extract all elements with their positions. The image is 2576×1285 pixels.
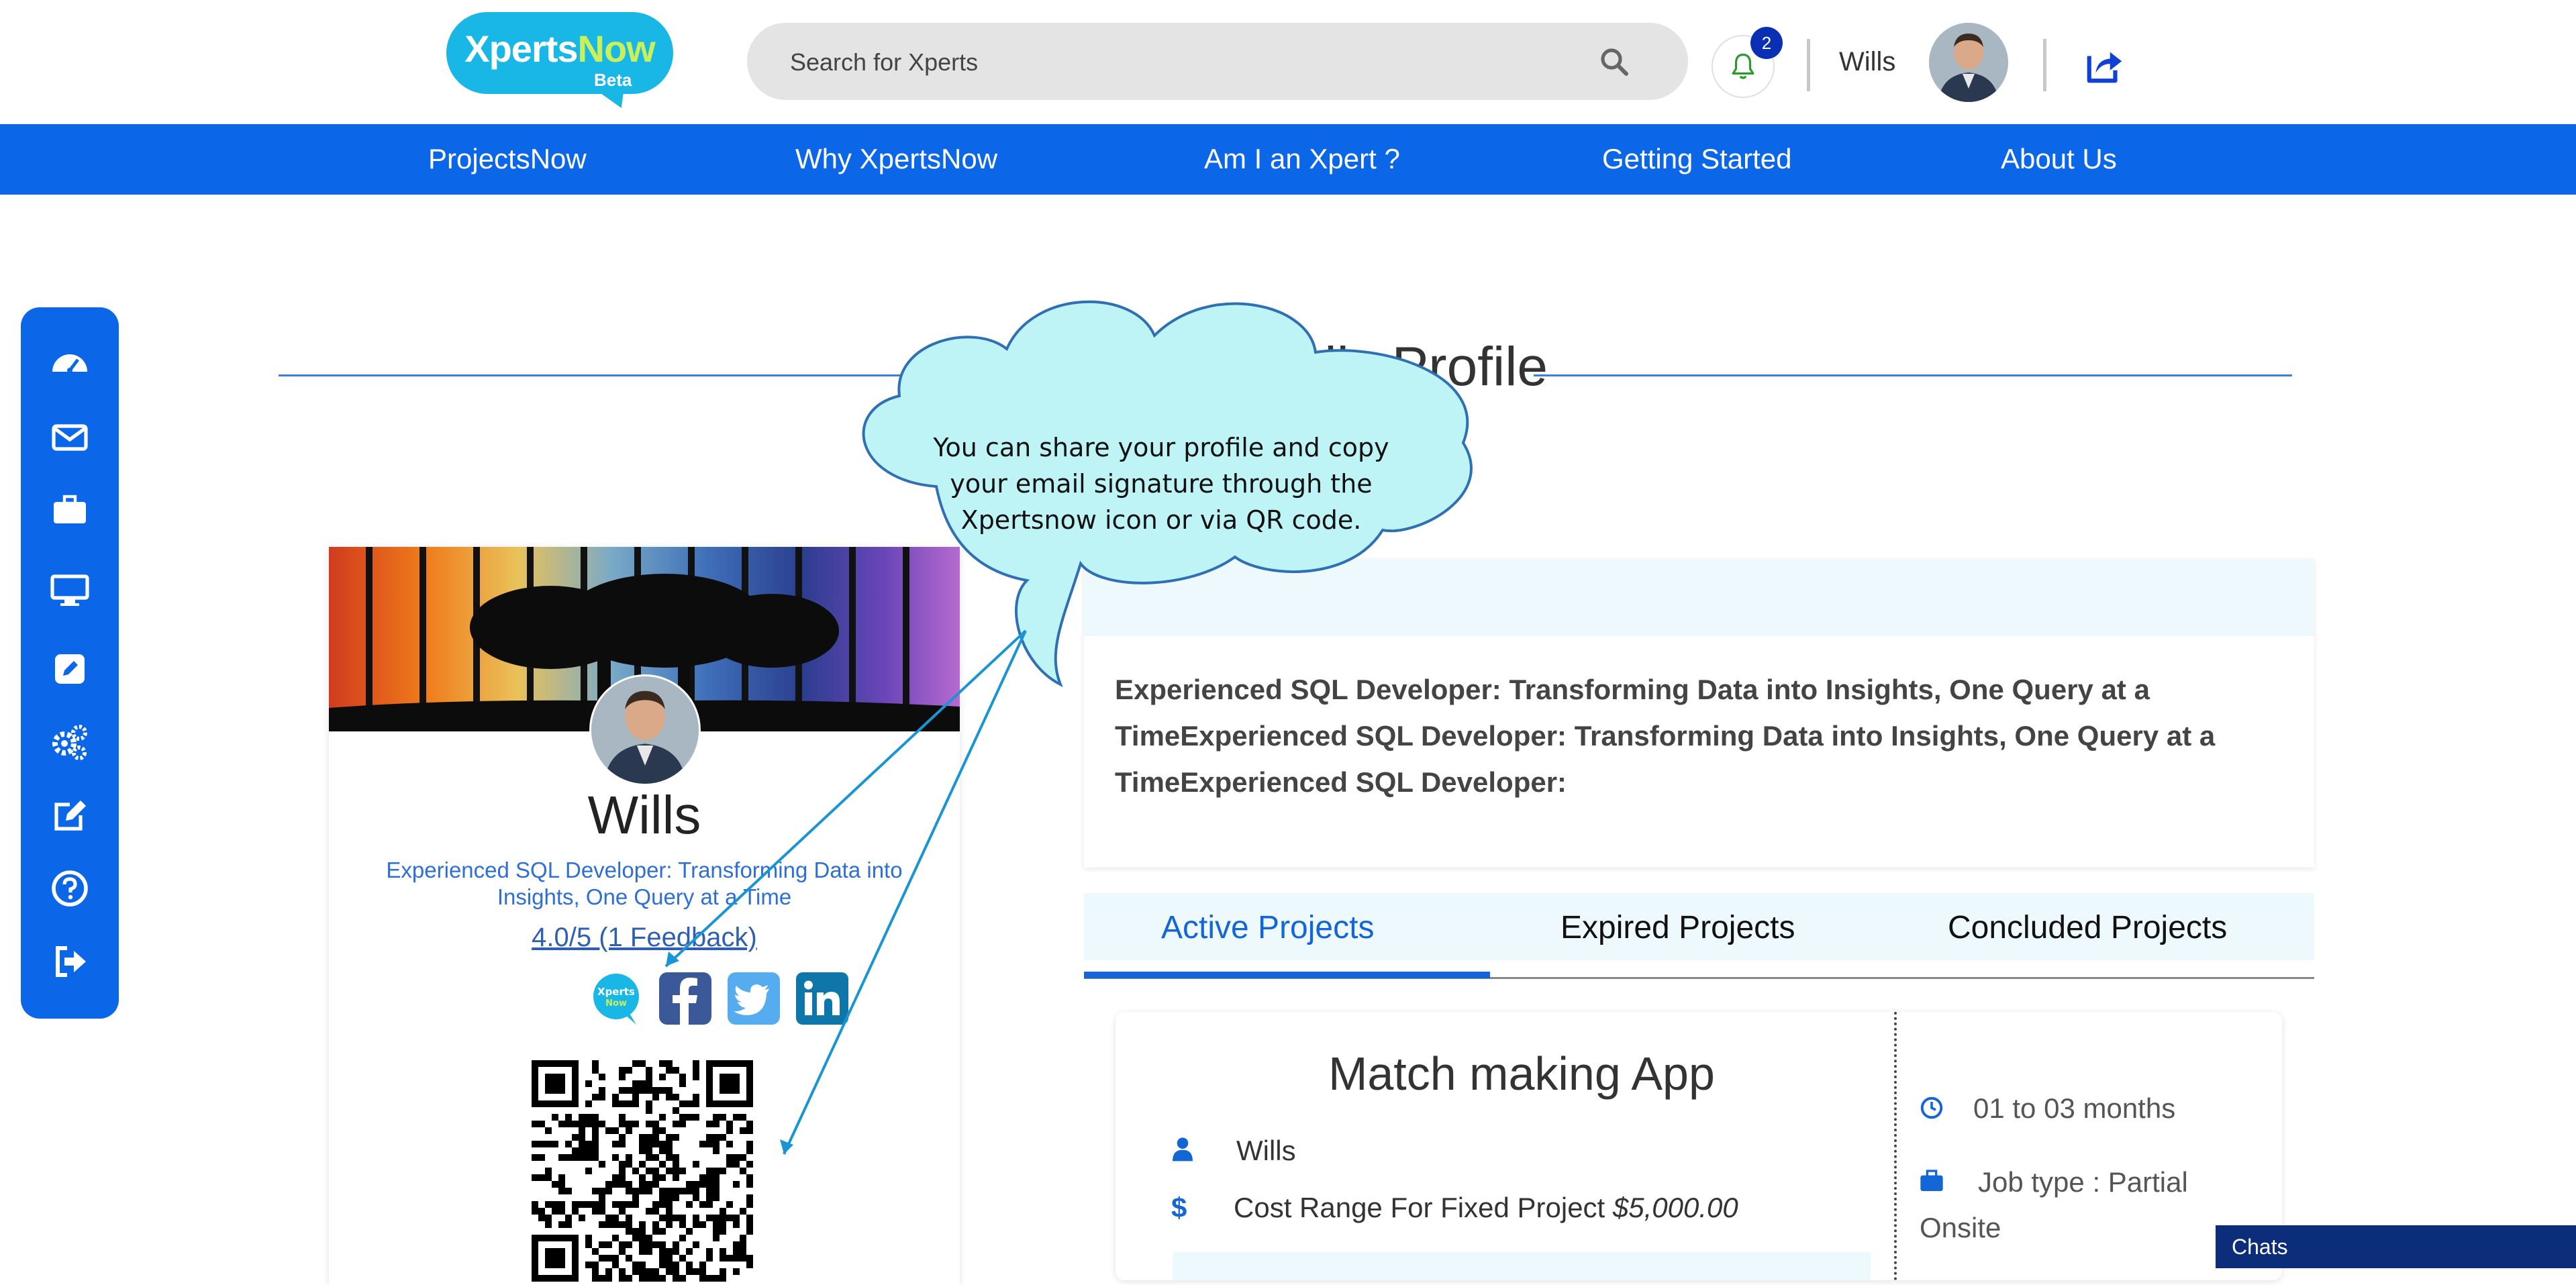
profile-card: Wills Experienced SQL Developer: Transfo… [329,547,960,1285]
monitor-icon [50,574,89,606]
sidebar-item-settings[interactable] [48,721,91,764]
profile-tagline: Experienced SQL Developer: Transforming … [386,858,903,909]
tooltip-text: You can share your profile and copy your… [933,433,1389,535]
dashboard-icon [52,354,87,373]
share-linkedin-button[interactable] [795,971,850,1026]
notification-badge: 2 [1750,27,1783,59]
share-icon[interactable] [2084,44,2126,86]
share-xpertsnow-button[interactable]: Xperts Now [589,971,644,1026]
project-progress-strip [1173,1252,1871,1280]
project-card-divider [1894,1012,1897,1280]
header-divider [2043,39,2046,91]
about-section: Experienced SQL Developer: Transforming … [1084,559,2314,868]
xpertsnow-logo[interactable]: XpertsNow Beta [446,12,673,115]
nav-am-i-an-xpert[interactable]: Am I an Xpert ? [1204,143,1400,175]
linkedin-icon [796,972,848,1025]
header-username[interactable]: Wills [1839,47,1895,77]
twitter-icon [728,972,780,1025]
page-title: Wills's Public Profile [1057,336,1548,397]
about-text: Experienced SQL Developer: Transforming … [1115,674,2216,798]
tab-expired-projects[interactable]: Expired Projects [1561,909,1795,946]
title-rule-left [279,374,1029,376]
project-job-type-value: Onsite [1920,1212,2001,1243]
bell-icon [1732,53,1754,79]
sidebar-item-dashboard[interactable] [48,342,91,385]
facebook-icon [659,972,711,1025]
clock-icon [1920,1096,1943,1119]
share-facebook-button[interactable] [658,971,713,1026]
sidebar-item-mail[interactable] [48,415,91,458]
logo-text: XpertsNow [446,27,673,70]
about-header-bar [1084,559,2314,636]
project-cost-value: $5,000.00 [1612,1192,1738,1223]
project-card[interactable]: Match making App Wills $ Cost Range For … [1116,1012,2282,1280]
nav-about-us[interactable]: About Us [2001,143,2117,175]
briefcase-icon [54,495,86,523]
project-duration: 01 to 03 months [1973,1092,2176,1124]
sidebar-item-logout[interactable] [48,940,91,983]
header-divider [1807,39,1810,91]
title-rule-right [1534,374,2292,376]
search-icon[interactable] [1598,46,1630,78]
active-tab-indicator [1084,972,1490,978]
edit-icon [54,801,86,831]
profile-rating[interactable]: 4.0/5 (1 Feedback) [329,923,960,953]
project-title[interactable]: Match making App [1116,1047,1928,1100]
nav-projectsnow[interactable]: ProjectsNow [428,143,587,175]
project-cost-label: Cost Range For Fixed Project [1234,1192,1613,1223]
user-icon [1173,1137,1193,1162]
profile-qr-code[interactable] [532,1060,753,1282]
project-tabs: Active Projects Expired Projects Conclud… [1084,893,2314,960]
chats-label: Chats [2232,1235,2288,1259]
svg-text:Now: Now [605,998,627,1009]
avatar-photo [1929,23,2008,102]
logo-beta: Beta [594,70,632,90]
project-job-type: Job type : Partial [1978,1166,2188,1198]
xpertsnow-icon: Xperts Now [593,974,639,1025]
user-avatar[interactable] [1929,23,2008,102]
main-nav: ProjectsNow Why XpertsNow Am I an Xpert … [0,124,2576,195]
share-twitter-button[interactable] [726,971,781,1026]
mail-icon [52,424,88,451]
sidebar-item-briefcase[interactable] [48,489,91,531]
search-input[interactable] [789,43,1597,82]
briefcase-icon [1920,1170,1943,1191]
tab-concluded-projects[interactable]: Concluded Projects [1948,909,2227,946]
sidebar-item-edit[interactable] [48,794,91,837]
project-cost: Cost Range For Fixed Project $5,000.00 [1234,1192,1738,1224]
profile-name: Wills [587,785,701,845]
search-bar [747,23,1688,100]
sidebar-item-edit-square[interactable] [48,648,91,690]
dollar-icon: $ [1171,1192,1187,1223]
help-icon [52,870,88,907]
logo-text-xperts: Xperts [464,28,578,70]
svg-text:Xperts: Xperts [597,986,635,998]
top-header: XpertsNow Beta 2 Wills [0,0,2576,124]
tab-active-projects[interactable]: Active Projects [1161,909,1374,946]
edit-square-icon [55,654,85,684]
logo-text-now: Now [577,28,656,70]
settings-icon [52,725,87,760]
profile-avatar-photo [591,676,699,784]
sidebar [21,307,119,1019]
logout-icon [56,946,86,977]
nav-why-xpertsnow[interactable]: Why XpertsNow [795,143,997,175]
sidebar-item-help[interactable] [48,867,91,910]
nav-getting-started[interactable]: Getting Started [1602,143,1792,175]
profile-avatar [589,674,701,786]
chats-bar[interactable]: Chats [2216,1225,2576,1268]
project-owner: Wills [1236,1135,1296,1166]
sidebar-item-monitor[interactable] [48,568,91,611]
